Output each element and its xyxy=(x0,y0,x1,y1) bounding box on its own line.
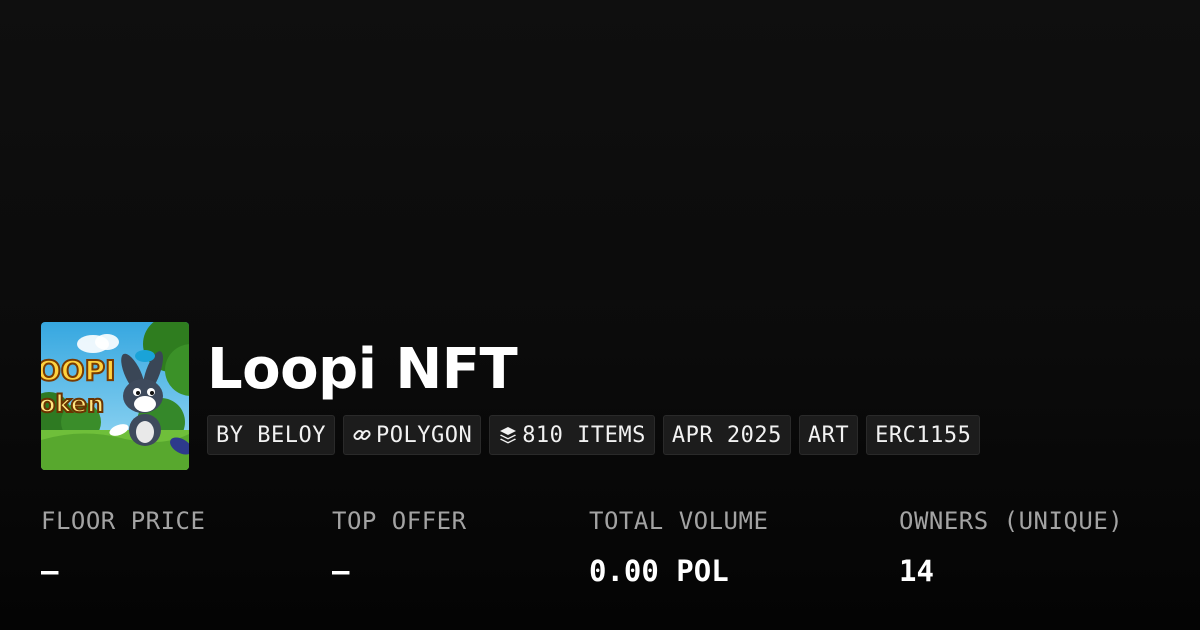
stat-label: TOP OFFER xyxy=(332,507,467,535)
tag-date[interactable]: APR 2025 xyxy=(662,415,791,455)
tag-standard-label: ERC1155 xyxy=(875,422,972,448)
stat-label: OWNERS (UNIQUE) xyxy=(899,507,1124,535)
collection-header: OOPI oken Loopi NFT BY BELOY POLYGON 810… xyxy=(41,322,981,470)
layers-icon xyxy=(498,425,518,445)
tag-creator-label: BY BELOY xyxy=(216,422,326,448)
tag-items[interactable]: 810 ITEMS xyxy=(489,415,655,455)
stat-floor-price: FLOOR PRICE – xyxy=(41,506,205,586)
stat-value: 14 xyxy=(899,554,934,588)
tag-category-label: ART xyxy=(807,422,850,448)
tag-chain-label: POLYGON xyxy=(375,422,473,448)
tag-items-label: 810 ITEMS xyxy=(522,422,646,448)
collection-title: Loopi NFT xyxy=(207,337,518,402)
tag-date-label: APR 2025 xyxy=(671,422,782,448)
tag-creator[interactable]: BY BELOY xyxy=(207,415,335,455)
thumbnail-text-top: OOPI xyxy=(41,354,116,387)
tag-standard[interactable]: ERC1155 xyxy=(866,415,981,455)
tag-list: BY BELOY POLYGON 810 ITEMS APR 2025 ART … xyxy=(207,415,981,455)
stat-owners: OWNERS (UNIQUE) 14 xyxy=(899,506,1123,586)
title-block: Loopi NFT BY BELOY POLYGON 810 ITEMS APR… xyxy=(207,322,981,455)
stat-total-volume: TOTAL VOLUME 0.00 POL xyxy=(589,506,768,586)
tag-chain[interactable]: POLYGON xyxy=(342,415,482,455)
stat-label: TOTAL VOLUME xyxy=(589,507,769,535)
collection-thumbnail[interactable]: OOPI oken xyxy=(41,322,189,470)
stat-label: FLOOR PRICE xyxy=(41,507,206,535)
thumbnail-text-bottom: oken xyxy=(41,390,104,418)
stat-top-offer: TOP OFFER – xyxy=(332,506,467,586)
stat-value: – xyxy=(332,554,350,588)
link-icon xyxy=(352,425,372,445)
stat-value: – xyxy=(41,554,59,588)
collection-thumbnail-art: OOPI oken xyxy=(41,322,189,470)
tag-category[interactable]: ART xyxy=(798,415,859,455)
stat-value: 0.00 POL xyxy=(589,554,729,588)
